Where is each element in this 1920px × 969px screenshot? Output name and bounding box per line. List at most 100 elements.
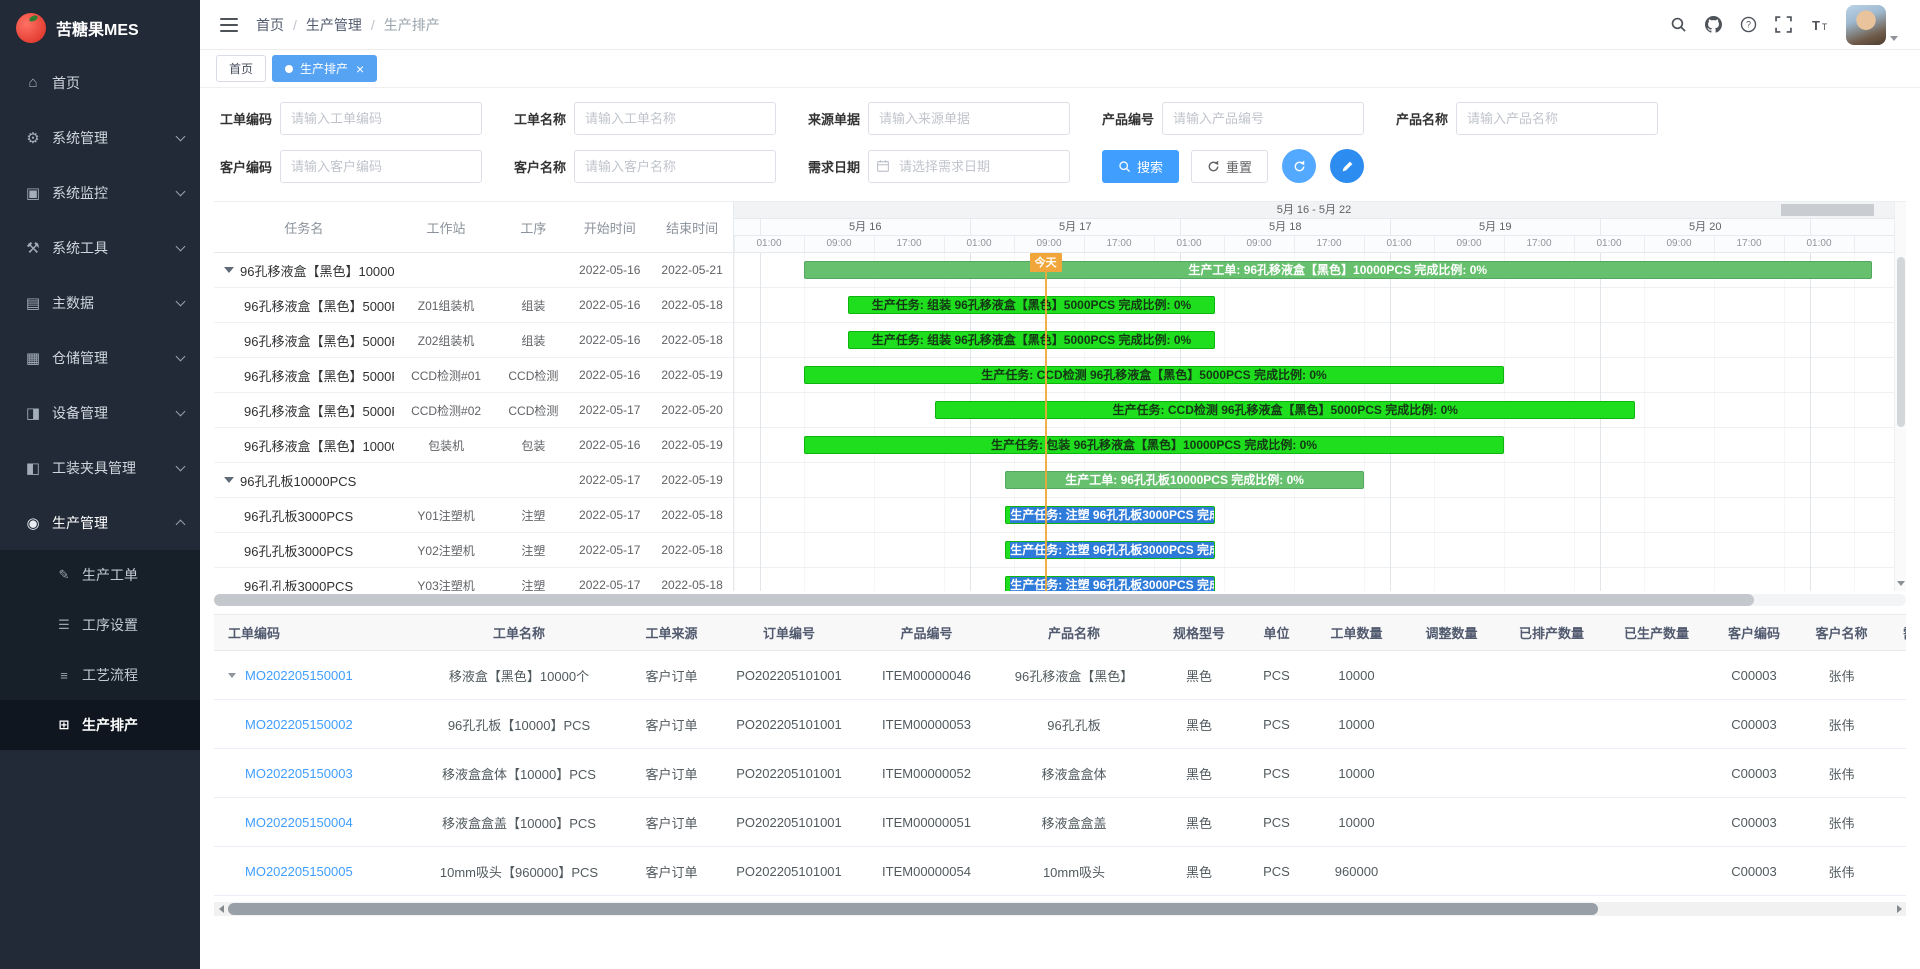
expand-caret-icon[interactable]: [224, 267, 234, 273]
gantt-task-table: 任务名工作站工序开始时间结束时间 96孔移液盒【黑色】10000PCS2022-…: [214, 202, 734, 591]
gantt-task-name: 96孔孔板3000PCS: [244, 541, 353, 560]
tab-close-icon[interactable]: ×: [356, 62, 364, 76]
filter-input-0[interactable]: [280, 102, 482, 135]
tab-1[interactable]: 生产排产×: [272, 55, 377, 82]
timeline-hour-label: 01:00: [966, 236, 991, 252]
scroll-right-arrow-icon[interactable]: [1892, 902, 1906, 916]
tab-0[interactable]: 首页: [216, 55, 266, 82]
gantt-table-row[interactable]: 96孔孔板3000PCSY03注塑机注塑2022-05-172022-05-18: [214, 568, 733, 591]
gantt-bar[interactable]: 生产任务: 注塑 96孔孔板3000PCS 完成比例: 0%: [1005, 541, 1215, 559]
table-row[interactable]: MO202205150001移液盒【黑色】10000个客户订单PO2022051…: [214, 651, 1906, 700]
table-column-header: 订单编号: [719, 623, 859, 642]
sidebar-item-5[interactable]: ▦仓储管理: [0, 330, 200, 385]
filter-input-7[interactable]: [868, 150, 1070, 183]
workorder-link[interactable]: MO202205150002: [245, 717, 353, 732]
sidebar-item-1[interactable]: ⚙系统管理: [0, 110, 200, 165]
gantt-bar[interactable]: 生产工单: 96孔孔板10000PCS 完成比例: 0%: [1005, 471, 1364, 489]
workorder-link[interactable]: MO202205150001: [245, 668, 353, 683]
help-icon[interactable]: ?: [1740, 16, 1757, 33]
fullscreen-icon[interactable]: [1775, 16, 1792, 33]
filter-input-6[interactable]: [574, 150, 776, 183]
sidebar-item-6[interactable]: ◨设备管理: [0, 385, 200, 440]
gantt-process-cell: 注塑: [498, 507, 568, 524]
workorder-link[interactable]: MO202205150003: [245, 766, 353, 781]
search-button[interactable]: 搜索: [1102, 150, 1179, 183]
gantt-bar[interactable]: 生产任务: 包装 96孔移液盒【黑色】10000PCS 完成比例: 0%: [804, 436, 1504, 454]
gantt-bar[interactable]: 生产任务: CCD检测 96孔移液盒【黑色】5000PCS 完成比例: 0%: [935, 401, 1635, 419]
gantt-table-row[interactable]: 96孔移液盒【黑色】5000PCSZ02组装机组装2022-05-162022-…: [214, 323, 733, 358]
filter-input-4[interactable]: [1456, 102, 1658, 135]
gantt-vscroll-thumb[interactable]: [1897, 257, 1905, 427]
scroll-left-arrow-icon[interactable]: [214, 902, 228, 916]
row-expand-caret-icon[interactable]: [228, 673, 236, 678]
gantt-hscroll-thumb[interactable]: [214, 594, 1754, 606]
table-cell: 10000: [1309, 668, 1404, 683]
sidebar-item-8[interactable]: ◉生产管理: [0, 495, 200, 550]
gantt-start-cell: 2022-05-16: [568, 368, 651, 382]
table-horizontal-scrollbar[interactable]: [214, 902, 1906, 916]
refresh-circle-button[interactable]: [1282, 149, 1316, 183]
sidebar-item-3[interactable]: ⚒系统工具: [0, 220, 200, 275]
gantt-table-row[interactable]: 96孔移液盒【黑色】10000PCS2022-05-162022-05-21: [214, 253, 733, 288]
gantt-table-row[interactable]: 96孔孔板3000PCSY01注塑机注塑2022-05-172022-05-18: [214, 498, 733, 533]
table-row[interactable]: MO202205150004移液盒盒盖【10000】PCS客户订单PO20220…: [214, 798, 1906, 847]
gantt-bar[interactable]: 生产任务: CCD检测 96孔移液盒【黑色】5000PCS 完成比例: 0%: [804, 366, 1504, 384]
sidebar-subitem-3[interactable]: ⊞生产排产: [0, 700, 200, 750]
table-row[interactable]: MO202205150003移液盒盒体【10000】PCS客户订单PO20220…: [214, 749, 1906, 798]
filter-input-3[interactable]: [1162, 102, 1364, 135]
table-hscroll-thumb[interactable]: [228, 903, 1598, 915]
gantt-table-row[interactable]: 96孔移液盒【黑色】5000PCSCCD检测#01CCD检测2022-05-16…: [214, 358, 733, 393]
main-area: 首页/生产管理/生产排产 ? TT: [200, 0, 1920, 969]
gantt-vertical-scrollbar[interactable]: [1894, 202, 1906, 591]
gantt-horizontal-scrollbar[interactable]: [214, 594, 1906, 606]
expand-caret-icon[interactable]: [224, 477, 234, 483]
sidebar-subitem-1[interactable]: ☰工序设置: [0, 600, 200, 650]
gantt-bar[interactable]: 生产任务: 组装 96孔移液盒【黑色】5000PCS 完成比例: 0%: [848, 296, 1216, 314]
gantt-bar[interactable]: 生产工单: 96孔移液盒【黑色】10000PCS 完成比例: 0%: [804, 261, 1872, 279]
sidebar-item-label: 首页: [52, 73, 184, 93]
breadcrumb-item-1[interactable]: 生产管理: [306, 15, 362, 35]
gantt-table-row[interactable]: 96孔移液盒【黑色】5000PCSZ01组装机组装2022-05-162022-…: [214, 288, 733, 323]
github-icon[interactable]: [1705, 16, 1722, 33]
filter-input-2[interactable]: [868, 102, 1070, 135]
sidebar-item-4[interactable]: ▤主数据: [0, 275, 200, 330]
gantt-bar-label: 生产工单: 96孔移液盒【黑色】10000PCS 完成比例: 0%: [1188, 263, 1487, 277]
workorder-link[interactable]: MO202205150005: [245, 864, 353, 879]
gantt-table-row[interactable]: 96孔移液盒【黑色】5000PCSCCD检测#02CCD检测2022-05-17…: [214, 393, 733, 428]
timeline-hour-label: 17:00: [1736, 236, 1761, 252]
gantt-table-header: 任务名工作站工序开始时间结束时间: [214, 202, 733, 253]
gantt-bar[interactable]: 生产任务: 注塑 96孔孔板3000PCS 完成比例: 0%: [1005, 506, 1215, 524]
edit-circle-button[interactable]: [1330, 149, 1364, 183]
hamburger-icon[interactable]: [220, 17, 238, 33]
table-row[interactable]: MO20220515000510mm吸头【960000】PCS客户订单PO202…: [214, 847, 1906, 896]
gantt-table-row[interactable]: 96孔孔板10000PCS2022-05-172022-05-19: [214, 463, 733, 498]
user-menu[interactable]: [1846, 5, 1898, 45]
sidebar-item-7[interactable]: ◧工装夹具管理: [0, 440, 200, 495]
filter-input-5[interactable]: [280, 150, 482, 183]
font-size-icon[interactable]: TT: [1810, 17, 1828, 33]
gantt-table-row[interactable]: 96孔孔板3000PCSY02注塑机注塑2022-05-172022-05-18: [214, 533, 733, 568]
workorder-link[interactable]: MO202205150004: [245, 815, 353, 830]
gantt-table-row[interactable]: 96孔移液盒【黑色】10000PCS包装机包装2022-05-162022-05…: [214, 428, 733, 463]
search-icon[interactable]: [1670, 16, 1687, 33]
sidebar-subitem-0[interactable]: ✎生产工单: [0, 550, 200, 600]
filter-input-1[interactable]: [574, 102, 776, 135]
sidebar-item-0[interactable]: ⌂首页: [0, 55, 200, 110]
table-cell: 客户订单: [624, 666, 719, 685]
sidebar-subitem-2[interactable]: ≡工艺流程: [0, 650, 200, 700]
gantt-process-cell: 组装: [498, 332, 568, 349]
breadcrumb-item-0[interactable]: 首页: [256, 15, 284, 35]
gantt-bar[interactable]: 生产任务: 组装 96孔移液盒【黑色】5000PCS 完成比例: 0%: [848, 331, 1216, 349]
table-cell: 黑色: [1154, 666, 1244, 685]
gantt-bar[interactable]: 生产任务: 注塑 96孔孔板3000PCS 完成比例: 0%: [1005, 576, 1215, 591]
sidebar-item-2[interactable]: ▣系统监控: [0, 165, 200, 220]
table-cell: 客户订单: [624, 813, 719, 832]
avatar[interactable]: [1846, 5, 1886, 45]
gantt-task-name: 96孔移液盒【黑色】5000PCS: [244, 366, 394, 385]
tabs-bar: 首页生产排产×: [200, 50, 1920, 88]
timeline-range-slider[interactable]: [1781, 204, 1874, 216]
today-line: [1045, 253, 1047, 591]
table-row[interactable]: MO20220515000296孔孔板【10000】PCS客户订单PO20220…: [214, 700, 1906, 749]
scroll-down-arrow-icon[interactable]: [1895, 577, 1907, 589]
reset-button[interactable]: 重置: [1191, 150, 1268, 183]
